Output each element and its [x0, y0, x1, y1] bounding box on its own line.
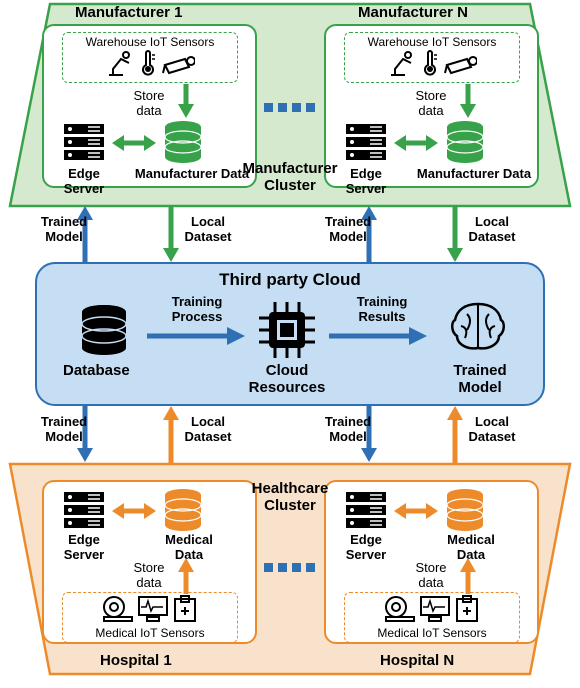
robot-arm-icon — [387, 49, 417, 77]
edge-server-label: Edge Server — [336, 166, 396, 196]
mri-icon — [384, 595, 416, 623]
cloud-title: Third party Cloud — [37, 270, 543, 290]
edge-server-label: Edge Server — [54, 166, 114, 196]
manufacturer-n: Warehouse IoT Sensors Store data Edge Se… — [324, 24, 539, 188]
db-icon-orange — [162, 488, 204, 534]
hospital-1: Edge Server Medical Data Store data Medi… — [42, 480, 257, 644]
iot-label: Medical IoT Sensors — [71, 626, 229, 640]
manufacturer-data-label: Manufacturer Data — [414, 166, 534, 181]
store-data-label: Store data — [406, 88, 456, 118]
ecg-monitor-icon — [419, 595, 451, 623]
iot-label: Warehouse IoT Sensors — [353, 35, 511, 49]
third-party-cloud: Third party Cloud Database Training Proc… — [35, 262, 545, 406]
cpu-icon — [259, 302, 315, 358]
brain-icon — [447, 300, 509, 356]
warehouse-iot-n: Warehouse IoT Sensors — [344, 32, 520, 83]
robot-arm-icon — [105, 49, 135, 77]
medical-iot-n: Medical IoT Sensors — [344, 592, 520, 643]
camera-icon — [161, 49, 195, 77]
hospital-n: Edge Server Medical Data Store data Medi… — [324, 480, 539, 644]
db-icon-green — [162, 120, 204, 166]
trained-model-arrow-label: Trained Model — [34, 214, 94, 244]
warehouse-iot-1: Warehouse IoT Sensors — [62, 32, 238, 83]
cloud-resources-label: Cloud Resources — [242, 362, 332, 396]
training-process-arrow — [147, 324, 247, 348]
ellipsis-bottom — [264, 560, 316, 574]
thermometer-icon — [420, 49, 440, 77]
store-data-arrow-h1 — [176, 558, 196, 594]
training-process-label: Training Process — [152, 294, 242, 324]
store-data-arrow-n — [458, 84, 478, 120]
mri-icon — [102, 595, 134, 623]
database-label: Database — [63, 362, 130, 379]
store-data-arrow-hn — [458, 558, 478, 594]
store-data-arrow-1 — [176, 84, 196, 120]
edge-server-icon — [342, 490, 390, 532]
local-dataset-arrow-label: Local Dataset — [462, 414, 522, 444]
manufacturer-1-title: Manufacturer 1 — [75, 4, 183, 21]
db-icon-orange — [444, 488, 486, 534]
trained-model-arrow-label: Trained Model — [34, 414, 94, 444]
manufacturer-data-label: Manufacturer Data — [132, 166, 252, 181]
local-dataset-arrow-label: Local Dataset — [178, 214, 238, 244]
edge-server-icon — [342, 122, 390, 164]
medical-iot-1: Medical IoT Sensors — [62, 592, 238, 643]
thermometer-icon — [138, 49, 158, 77]
healthcare-cluster-title: Healthcare Cluster — [238, 480, 342, 514]
hospital-1-title: Hospital 1 — [100, 652, 172, 669]
store-data-label: Store data — [406, 560, 456, 590]
store-data-label: Store data — [124, 560, 174, 590]
manufacturer-cluster-title: Manufacturer Cluster — [235, 160, 345, 194]
edge-server-icon — [60, 122, 108, 164]
edge-server-label: Edge Server — [54, 532, 114, 562]
edge-db-arrow-hn — [394, 500, 438, 522]
manufacturer-n-title: Manufacturer N — [358, 4, 468, 21]
iot-label: Medical IoT Sensors — [353, 626, 511, 640]
store-data-label: Store data — [124, 88, 174, 118]
hospital-n-title: Hospital N — [380, 652, 454, 669]
trained-model-label: Trained Model — [435, 362, 525, 396]
manufacturer-1: Warehouse IoT Sensors Store data Edge Se… — [42, 24, 257, 188]
training-results-arrow — [329, 324, 429, 348]
training-results-label: Training Results — [337, 294, 427, 324]
medical-record-icon — [172, 595, 198, 623]
database-icon — [79, 304, 129, 358]
db-icon-green — [444, 120, 486, 166]
camera-icon — [443, 49, 477, 77]
iot-label: Warehouse IoT Sensors — [71, 35, 229, 49]
ellipsis-top — [264, 100, 316, 114]
edge-db-arrow-h1 — [112, 500, 156, 522]
local-dataset-arrow-label: Local Dataset — [178, 414, 238, 444]
trained-model-arrow-label: Trained Model — [318, 214, 378, 244]
ecg-monitor-icon — [137, 595, 169, 623]
diagram-canvas: Third party Cloud Database Training Proc… — [0, 0, 580, 688]
edge-db-arrow-1 — [112, 132, 156, 154]
edge-server-label: Edge Server — [336, 532, 396, 562]
trained-model-arrow-label: Trained Model — [318, 414, 378, 444]
edge-db-arrow-n — [394, 132, 438, 154]
edge-server-icon — [60, 490, 108, 532]
medical-record-icon — [454, 595, 480, 623]
local-dataset-arrow-label: Local Dataset — [462, 214, 522, 244]
